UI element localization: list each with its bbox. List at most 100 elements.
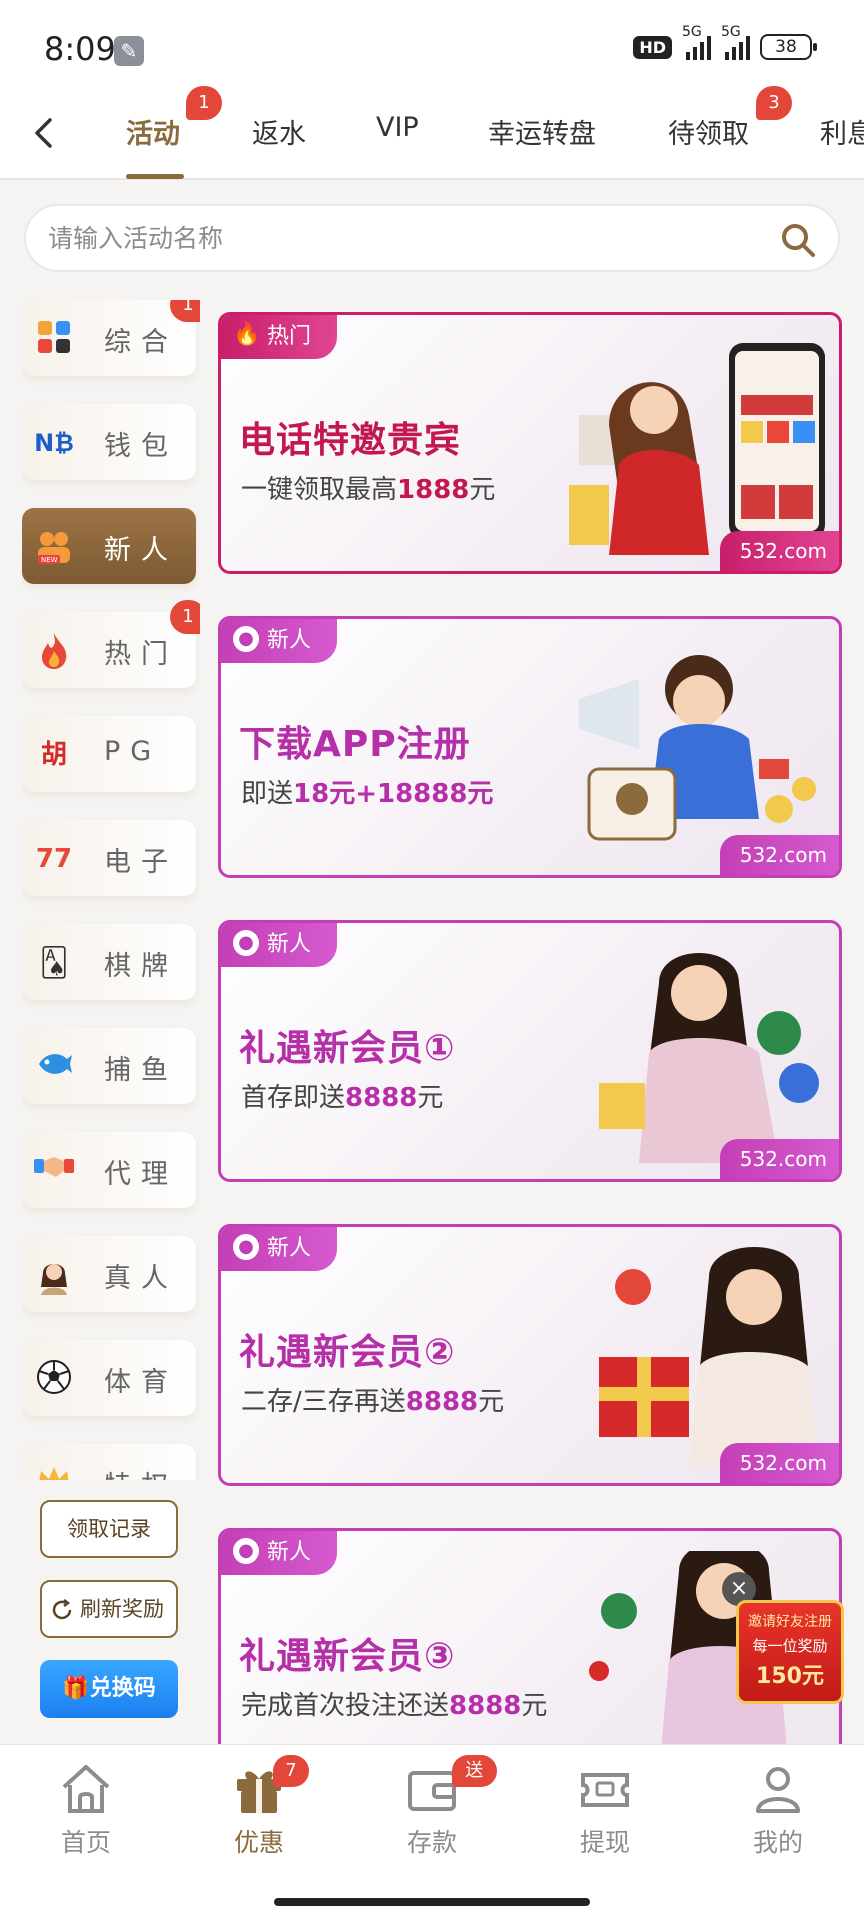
- promo-banner[interactable]: ● 新人 礼遇新会员② 二存/三存再送8888元 532.com: [218, 1224, 842, 1486]
- sidebar-item-general[interactable]: 综合: [22, 300, 196, 376]
- banner-domain: 532.com: [719, 1139, 839, 1179]
- claim-record-button[interactable]: 领取记录: [40, 1500, 178, 1558]
- tab-lucky-wheel[interactable]: 幸运转盘: [488, 112, 596, 151]
- banner-sub-highlight: 8888: [345, 1083, 418, 1113]
- banner-subtitle: 完成首次投注还送8888元: [241, 1685, 547, 1722]
- top-tab-bar: 活动 1 返水 VIP 幸运转盘 待领取 3 利息: [0, 86, 864, 180]
- sidebar-item-label: 热门: [104, 639, 178, 670]
- banner-title: 礼遇新会员②: [239, 1332, 456, 1373]
- banner-tag-label: 新人: [267, 1540, 312, 1565]
- banner-subtitle: 即送18元+18888元: [241, 773, 493, 810]
- banner-sub-prefix: 即送: [241, 779, 294, 809]
- promo-banner[interactable]: ● 新人 礼遇新会员① 首存即送8888元 532.com: [218, 920, 842, 1182]
- search-icon[interactable]: [778, 220, 818, 260]
- sidebar-item-label: 棋牌: [104, 951, 178, 982]
- slot-icon: 77: [35, 844, 73, 874]
- sidebar-item-slots[interactable]: 77 电子: [22, 820, 196, 896]
- user-icon: ●: [233, 626, 259, 652]
- promotion-list: 🔥 热门 电话特邀贵宾 一键领取最高1888元 532.com ● 新人 下载APP…: [218, 312, 844, 1744]
- sidebar-item-pg[interactable]: 胡 PG: [22, 716, 196, 792]
- home-indicator[interactable]: [274, 1898, 590, 1906]
- banner-subtitle: 二存/三存再送8888元: [241, 1381, 504, 1418]
- banner-subtitle: 首存即送8888元: [241, 1077, 443, 1114]
- tab-interest[interactable]: 利息: [820, 112, 864, 151]
- banner-tag-label: 热门: [267, 324, 312, 349]
- invite-line-3: 150元: [756, 1664, 824, 1689]
- tab-rebate[interactable]: 返水: [252, 112, 306, 151]
- nav-deposit[interactable]: 存款 送3%: [372, 1755, 497, 1871]
- sidebar-item-fishing[interactable]: 捕鱼: [22, 1028, 196, 1104]
- sidebar-item-hot[interactable]: 热门: [22, 612, 196, 688]
- sidebar-item-wallet[interactable]: N₿ 钱包: [22, 404, 196, 480]
- profile-icon: [756, 1767, 800, 1813]
- nav-label: 我的: [752, 1828, 803, 1857]
- banner-sub-suffix: 元: [469, 475, 496, 505]
- promo-banner[interactable]: ● 新人 下载APP注册 即送18元+18888元 532.com: [218, 616, 842, 878]
- banner-domain: 532.com: [719, 1443, 839, 1483]
- handshake-icon: [34, 1151, 74, 1191]
- banner-title: 礼遇新会员①: [239, 1028, 456, 1069]
- nav-withdraw[interactable]: 提现: [545, 1761, 665, 1871]
- nav-profile[interactable]: 我的: [718, 1761, 838, 1871]
- banner-sub-suffix: 元: [521, 1691, 548, 1721]
- banner-sub-suffix: 元: [417, 1083, 444, 1113]
- home-icon: [62, 1765, 110, 1813]
- banner-sub-highlight: 18元+18888元: [293, 779, 494, 809]
- nav-promotions[interactable]: 优惠 7: [199, 1755, 319, 1871]
- nav-badge: 7: [273, 1755, 309, 1787]
- banner-sub-prefix: 一键领取最高: [241, 475, 398, 505]
- hd-badge: HD: [633, 35, 672, 59]
- user-icon: ●: [233, 930, 259, 956]
- nav-label: 优惠: [233, 1828, 284, 1857]
- banner-tag: ● 新人: [221, 1531, 338, 1575]
- banner-sub-prefix: 完成首次投注还送: [241, 1691, 450, 1721]
- invite-line-2: 每一位奖励: [752, 1637, 828, 1655]
- redeem-code-button[interactable]: 🎁兑换码: [40, 1660, 178, 1718]
- invite-line-1: 邀请好友注册: [748, 1614, 832, 1630]
- banner-title: 下载APP注册: [239, 724, 471, 765]
- sidebar-item-label: 电子: [104, 847, 178, 878]
- tab-badge: 1: [186, 86, 222, 120]
- banner-sub-prefix: 二存/三存再送: [241, 1387, 406, 1417]
- nav-label: 首页: [60, 1828, 111, 1857]
- sidebar-item-agent[interactable]: 代理: [22, 1132, 196, 1208]
- back-button[interactable]: [20, 108, 70, 158]
- fire-icon: 🔥: [233, 322, 261, 347]
- sidebar-item-label: 代理: [104, 1159, 178, 1190]
- sidebar-item-label: 真人: [104, 1263, 178, 1294]
- soccer-icon: [34, 1359, 74, 1399]
- nav-badge: 送3%: [452, 1755, 497, 1813]
- sidebar-item-privilege[interactable]: 特权: [22, 1444, 196, 1480]
- sidebar-item-sports[interactable]: 体育: [22, 1340, 196, 1416]
- tab-pending[interactable]: 待领取: [668, 112, 749, 151]
- banner-tag-label: 新人: [267, 932, 312, 957]
- refresh-rewards-button[interactable]: 刷新奖励: [40, 1580, 178, 1638]
- wallet-icon: N₿: [34, 429, 74, 457]
- tab-activity[interactable]: 活动: [126, 112, 180, 151]
- gift-hand-icon: 🎁: [62, 1676, 90, 1701]
- sidebar-item-label: 特权: [104, 1464, 178, 1480]
- sidebar-item-cards[interactable]: 🂡 棋牌: [22, 924, 196, 1000]
- status-bar: 8:09 ✎ HD 5G 5G 38: [0, 0, 864, 90]
- sidebar-item-label: PG: [104, 736, 162, 767]
- nav-label: 存款: [406, 1828, 457, 1857]
- network-label: 5G: [721, 24, 741, 40]
- banner-sub-highlight: 1888: [397, 475, 470, 505]
- nav-label: 提现: [579, 1828, 630, 1857]
- sidebar-item-label: 钱包: [104, 431, 178, 462]
- sidebar-item-new[interactable]: NEW 新人: [22, 508, 196, 584]
- grid-icon: [34, 319, 74, 359]
- sidebar-item-label: 体育: [104, 1367, 178, 1398]
- new-user-icon: NEW: [34, 527, 74, 567]
- active-tab-indicator: [126, 174, 184, 179]
- promo-banner[interactable]: 🔥 热门 电话特邀贵宾 一键领取最高1888元 532.com: [218, 312, 842, 574]
- battery-icon: 38: [760, 34, 817, 60]
- promo-illustration: [599, 953, 819, 1163]
- banner-title: 电话特邀贵宾: [239, 420, 462, 461]
- tab-vip[interactable]: VIP: [376, 112, 419, 143]
- search-input[interactable]: [48, 216, 748, 260]
- invite-friends-popup[interactable]: 邀请好友注册 每一位奖励 150元: [736, 1600, 844, 1704]
- banner-tag-label: 新人: [267, 1236, 312, 1261]
- nav-home[interactable]: 首页: [26, 1761, 146, 1871]
- sidebar-item-live[interactable]: 真人: [22, 1236, 196, 1312]
